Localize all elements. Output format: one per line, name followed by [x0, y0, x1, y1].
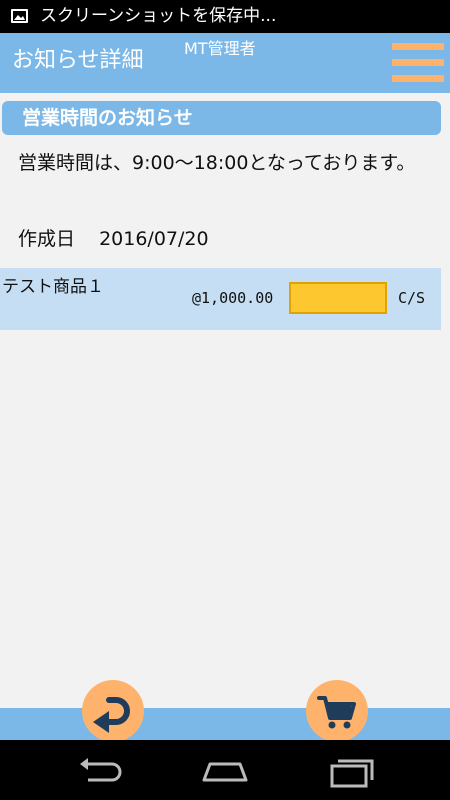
recent-apps-icon[interactable]	[328, 754, 378, 788]
product-row: テスト商品１ @1,000.00 C/S	[0, 268, 441, 330]
product-unit: C/S	[398, 289, 426, 307]
image-icon	[11, 9, 28, 23]
product-name: テスト商品１	[2, 277, 104, 297]
app-header: お知らせ詳細 MT管理者	[0, 33, 450, 93]
return-button[interactable]	[82, 680, 144, 742]
created-row: 作成日 2016/07/20	[18, 225, 209, 253]
hamburger-menu-icon[interactable]	[392, 41, 444, 85]
home-icon[interactable]	[200, 754, 250, 788]
navigation-bar	[0, 740, 450, 800]
notice-body: 営業時間は、9:00～18:00となっております。	[18, 152, 416, 174]
notice-title-bar: 営業時間のお知らせ	[2, 101, 441, 135]
footer-bar	[0, 708, 450, 740]
shopping-cart-icon	[317, 696, 356, 729]
back-icon[interactable]	[76, 754, 126, 788]
product-price: @1,000.00	[192, 289, 274, 307]
user-name: MT管理者	[184, 39, 256, 58]
cart-button[interactable]	[306, 680, 368, 742]
status-bar: スクリーンショットを保存中...	[0, 0, 450, 33]
notification-text: スクリーンショットを保存中...	[40, 6, 277, 26]
notice-title: 営業時間のお知らせ	[22, 107, 193, 129]
quantity-input[interactable]	[289, 282, 387, 314]
page-title: お知らせ詳細	[12, 48, 144, 73]
created-date: 2016/07/20	[99, 228, 209, 250]
return-arrow-icon	[93, 697, 130, 733]
created-label: 作成日	[18, 228, 76, 250]
